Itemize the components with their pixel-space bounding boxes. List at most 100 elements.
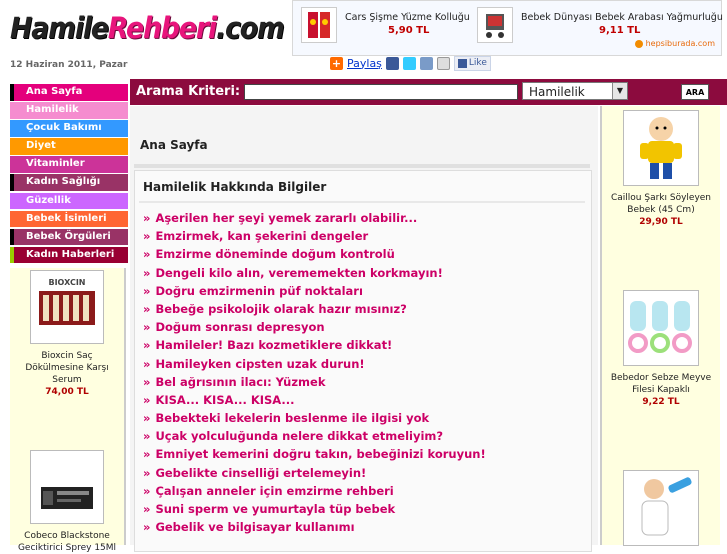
article-link[interactable]: » Hamileyken cipsten uzak durun! [143,355,486,373]
article-link[interactable]: » Doğum sonrası depresyon [143,318,486,336]
nav-item-diyet[interactable]: Diyet [10,138,128,155]
article-link[interactable]: » Aşerilen her şeyi yemek zararlı olabili… [143,209,486,227]
article-link[interactable]: » Bebekteki lekelerin beslenme ile ilgisi… [143,409,486,427]
nav-item-kadin-haberleri[interactable]: Kadın Haberleri [10,246,128,264]
article-link[interactable]: » Çalışan anneler için emzirme rehberi [143,482,486,500]
left-nav: Ana Sayfa Hamilelik Çocuk Bakımı Diyet V… [10,84,128,265]
share-link[interactable]: Paylaş [347,57,382,70]
email-icon[interactable] [436,56,450,70]
current-date: 12 Haziran 2011, Pazar [10,60,128,70]
nav-item-bebek-isimleri[interactable]: Bebek İsimleri [10,210,128,228]
main-content: Ana Sayfa Hamilelik Hakkında Bilgiler » A… [130,106,598,552]
article-list-box: Hamilelik Hakkında Bilgiler » Aşerilen he… [134,170,592,552]
bullet-icon: » [143,211,151,225]
article-list: » Aşerilen her şeyi yemek zararlı olabili… [143,209,486,536]
article-link[interactable]: » KISA... KISA... KISA... [143,391,486,409]
ad-product-image-stroller-cover[interactable] [477,7,513,43]
logo-text-hamile: Hamile [10,11,109,45]
ad-product-image-swim-floaties[interactable] [301,7,337,43]
product-image-bioxcin[interactable]: BIOXCIN [30,270,104,344]
bullet-icon: » [143,483,151,498]
article-link[interactable]: » Uçak yolculuğunda nelere dikkat etmeliy… [143,427,486,445]
section-title: Hamilelik Hakkında Bilgiler [143,180,327,194]
product-image-blackstone[interactable] [30,450,104,524]
search-bar: Arama Kriteri: Hamilelik ▼ ARA [130,79,727,105]
logo-text-rehberi: Rehberi [107,11,217,45]
bullet-icon: » [143,447,151,462]
product-image-thermometer[interactable] [623,470,699,546]
nav-item-guzellik[interactable]: Güzellik [10,192,128,210]
product-name[interactable]: Caillou Şarkı Söyleyen Bebek (45 Cm) [606,192,716,216]
product-card[interactable]: BIOXCIN Bioxcin Saç Dökülmesine Karşı Se… [14,270,120,399]
article-link[interactable]: » Emniyet kemerini doğru takın, bebeğiniz… [143,445,486,463]
bullet-icon: » [143,247,151,262]
left-product-column: BIOXCIN Bioxcin Saç Dökülmesine Karşı Se… [10,268,126,553]
facebook-f-icon [457,58,467,68]
bullet-icon: » [143,283,151,298]
bullet-icon: » [143,465,151,480]
bullet-icon: » [143,356,151,371]
divider [134,164,590,168]
nav-item-cocuk-bakimi[interactable]: Çocuk Bakımı [10,120,128,137]
breadcrumb: Ana Sayfa [140,138,208,152]
product-card[interactable] [606,470,716,552]
article-link[interactable]: » Gebelikte cinselliği ertelemeyin! [143,464,486,482]
search-label: Arama Kriteri: [136,84,241,99]
article-link[interactable]: » Doğru emzirmenin püf noktaları [143,282,486,300]
share-plus-icon[interactable]: + [330,56,343,70]
facebook-like-button[interactable]: Like [453,55,491,71]
article-link[interactable]: » Bebeğe psikolojik olarak hazır mısınız? [143,300,486,318]
nav-item-ana-sayfa[interactable]: Ana Sayfa [10,84,128,101]
delicious-icon[interactable] [419,56,433,70]
hepsiburada-icon [635,39,644,48]
twitter-icon[interactable] [402,56,416,70]
search-category-select[interactable]: Hamilelik ▼ [522,82,628,100]
article-link[interactable]: » Hamileler! Bazı kozmetiklere dikkat! [143,336,486,354]
article-link[interactable]: » Emzirme döneminde doğum kontrolü [143,245,486,263]
product-card[interactable]: Bebedor Sebze Meyve Filesi Kapaklı 9,22 … [606,290,716,408]
divider [139,201,585,203]
bullet-icon: » [143,338,151,353]
product-card[interactable]: Caillou Şarkı Söyleyen Bebek (45 Cm) 29,… [606,110,716,228]
bullet-icon: » [143,520,151,535]
product-image-caillou-doll[interactable] [623,110,699,186]
ad-product-price: 9,11 TL [599,25,641,36]
search-input[interactable] [244,84,518,100]
bullet-icon: » [143,229,151,244]
product-name[interactable]: Cobeco Blackstone Geciktirici Sprey 15Ml [14,530,120,554]
right-product-column: Caillou Şarkı Söyleyen Bebek (45 Cm) 29,… [600,106,720,546]
bullet-icon: » [143,265,151,280]
bullet-icon: » [143,320,151,335]
search-button[interactable]: ARA [681,84,709,100]
nav-item-bebek-orguleri[interactable]: Bebek Örgüleri [10,228,128,246]
bullet-icon: » [143,429,151,444]
article-link[interactable]: » Dengeli kilo alın, verememekten korkmay… [143,264,486,282]
ad-product-name[interactable]: Cars Şişme Yüzme Kolluğu [345,12,470,23]
nav-item-kadin-sagligi[interactable]: Kadın Sağlığı [10,174,128,191]
product-card[interactable]: Cobeco Blackstone Geciktirici Sprey 15Ml [14,450,120,554]
bullet-icon: » [143,301,151,316]
product-price: 9,22 TL [642,397,680,408]
logo-text-domain: .com [215,11,285,45]
product-name[interactable]: Bioxcin Saç Dökülmesine Karşı Serum [14,350,120,386]
nav-item-hamilelik[interactable]: Hamilelik [10,102,128,119]
site-logo[interactable]: HamileRehberi.com [10,6,285,50]
product-image-bebedor-feeder[interactable] [623,290,699,366]
bullet-icon: » [143,374,151,389]
top-ad-banner: Cars Şişme Yüzme Kolluğu 5,90 TL Bebek D… [292,0,723,56]
facebook-icon[interactable] [385,56,399,70]
chevron-down-icon[interactable]: ▼ [612,83,627,99]
article-link[interactable]: » Emzirmek, kan şekerini dengeler [143,227,486,245]
product-price: 74,00 TL [45,387,89,398]
nav-item-vitaminler[interactable]: Vitaminler [10,156,128,173]
article-link[interactable]: » Bel ağrısının ilacı: Yüzmek [143,373,486,391]
product-name[interactable]: Bebedor Sebze Meyve Filesi Kapaklı [606,372,716,396]
article-link[interactable]: » Gebelik ve bilgisayar kullanımı [143,518,486,536]
ad-product-name[interactable]: Bebek Dünyası Bebek Arabası Yağmurluğu [521,12,723,23]
ad-product-price: 5,90 TL [388,25,430,36]
svg-text:BIOXCIN: BIOXCIN [48,278,85,287]
share-bar: + Paylaş Like [330,55,491,71]
hepsiburada-logo[interactable]: hepsiburada.com [635,39,715,48]
bullet-icon: » [143,502,151,516]
article-link[interactable]: » Suni sperm ve yumurtayla tüp bebek [143,500,486,518]
